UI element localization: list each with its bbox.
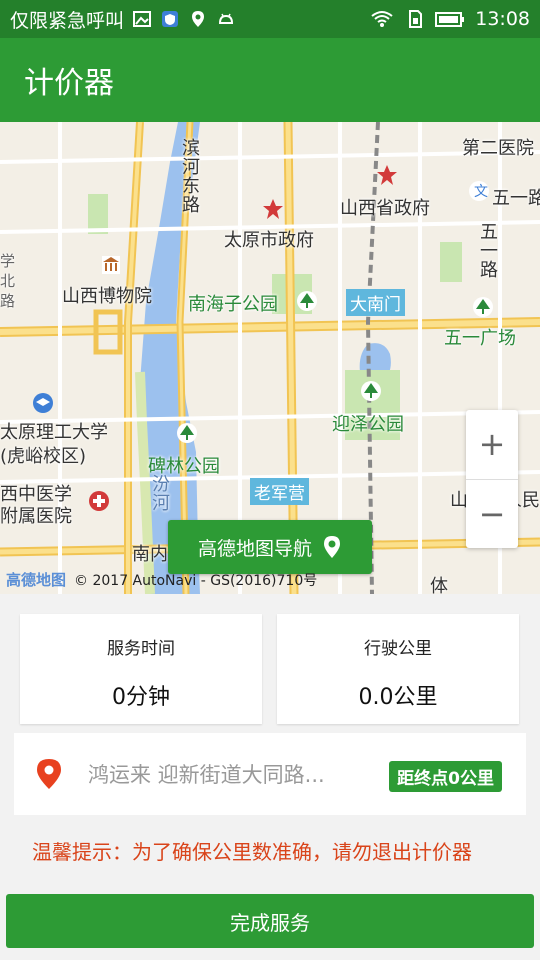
distance-label: 行驶公里 <box>364 639 432 659</box>
hospital-icon <box>89 491 109 511</box>
clock: 13:08 <box>475 8 530 30</box>
map-label-ti: 体 <box>430 576 448 594</box>
map-view[interactable]: 滨河东路 太原市政府 山西省政府 第二医院 五一路 五一路 山西博物院 南海子公… <box>0 122 540 594</box>
park-tree-icon <box>473 297 493 317</box>
text-icon: 文 <box>469 181 489 201</box>
zoom-out-button[interactable]: − <box>466 480 518 549</box>
map-label-taiyuan-gov: 太原市政府 <box>224 230 314 251</box>
map-label-nanhaizi-park: 南海子公园 <box>188 294 278 315</box>
star-icon <box>263 199 283 219</box>
nav-button-label: 高德地图导航 <box>197 537 312 560</box>
map-label-university: 太原理工大学 <box>0 422 108 443</box>
page-title: 计价器 <box>24 66 114 101</box>
museum-icon <box>102 256 120 274</box>
carrier-text: 仅限紧急呼叫 <box>10 9 125 32</box>
map-label-south-road: 南内 <box>132 544 168 565</box>
battery-icon <box>435 12 465 27</box>
finish-service-button[interactable]: 完成服务 <box>6 894 534 948</box>
service-time-card: 服务时间 0分钟 <box>20 614 262 724</box>
map-label-wuyi-square: 五一广场 <box>444 328 516 349</box>
map-copyright: 高德地图 © 2017 AutoNavi - GS(2016)710号 <box>6 569 317 590</box>
zoom-control: + − <box>466 410 518 548</box>
map-label-binhe-road: 滨河东路 <box>179 138 200 214</box>
map-label-university-campus: (虎峪校区) <box>0 446 87 467</box>
map-pin-icon <box>324 536 340 558</box>
destination-pin-icon <box>37 759 61 789</box>
app-bar: 计价器 <box>0 38 540 122</box>
map-label-wuyi-road: 五一路 <box>477 222 498 279</box>
park-tree-icon <box>361 381 381 401</box>
wifi-icon <box>371 11 393 27</box>
map-label-left-edge-1: 学 <box>0 252 16 270</box>
status-bar: 仅限紧急呼叫 13:08 <box>0 0 540 38</box>
copyright-text: © 2017 AutoNavi - GS(2016)710号 <box>74 572 318 589</box>
destination-row[interactable]: 鸿运来 迎新街道大同路... 距终点0公里 <box>14 733 526 815</box>
location-icon <box>192 11 205 27</box>
map-label-left-edge-2: 北 <box>0 272 16 290</box>
zoom-in-button[interactable]: + <box>466 410 518 479</box>
service-time-value: 0分钟 <box>112 685 170 710</box>
map-label-museum: 山西博物院 <box>62 286 152 307</box>
sim-icon <box>409 10 423 28</box>
map-label-left-edge-3: 路 <box>0 292 16 310</box>
shield-icon <box>162 11 179 27</box>
distance-to-destination-badge: 距终点0公里 <box>389 761 502 792</box>
distance-card: 行驶公里 0.0公里 <box>277 614 519 724</box>
destination-address: 鸿运来 迎新街道大同路... <box>88 763 325 787</box>
star-icon <box>377 165 397 185</box>
map-label-yingze-park: 迎泽公园 <box>332 414 404 435</box>
svg-text:文: 文 <box>474 184 488 200</box>
map-label-shanxi-gov: 山西省政府 <box>340 198 430 219</box>
map-label-second-hospital: 第二医院 <box>462 138 534 159</box>
park-tree-icon <box>297 291 317 311</box>
distance-value: 0.0公里 <box>358 685 438 710</box>
android-icon <box>219 13 234 24</box>
gaode-logo: 高德地图 <box>6 571 67 589</box>
map-label-wuyi-road-short: 五一路 <box>492 188 540 209</box>
service-time-label: 服务时间 <box>107 639 175 659</box>
map-label-laojunying: 老军营 <box>250 478 309 505</box>
map-label-fen-river: 汾河 <box>149 474 170 512</box>
park-tree-icon <box>177 423 197 443</box>
gaode-navigation-button[interactable]: 高德地图导航 <box>168 520 372 574</box>
warning-tip: 温馨提示：为了确保公里数准确，请勿退出计价器 <box>32 840 472 864</box>
school-icon <box>33 393 53 413</box>
map-label-danan-gate: 大南门 <box>346 289 405 316</box>
image-icon <box>133 11 152 27</box>
map-label-tcm-hospital-2: 附属医院 <box>0 506 72 527</box>
